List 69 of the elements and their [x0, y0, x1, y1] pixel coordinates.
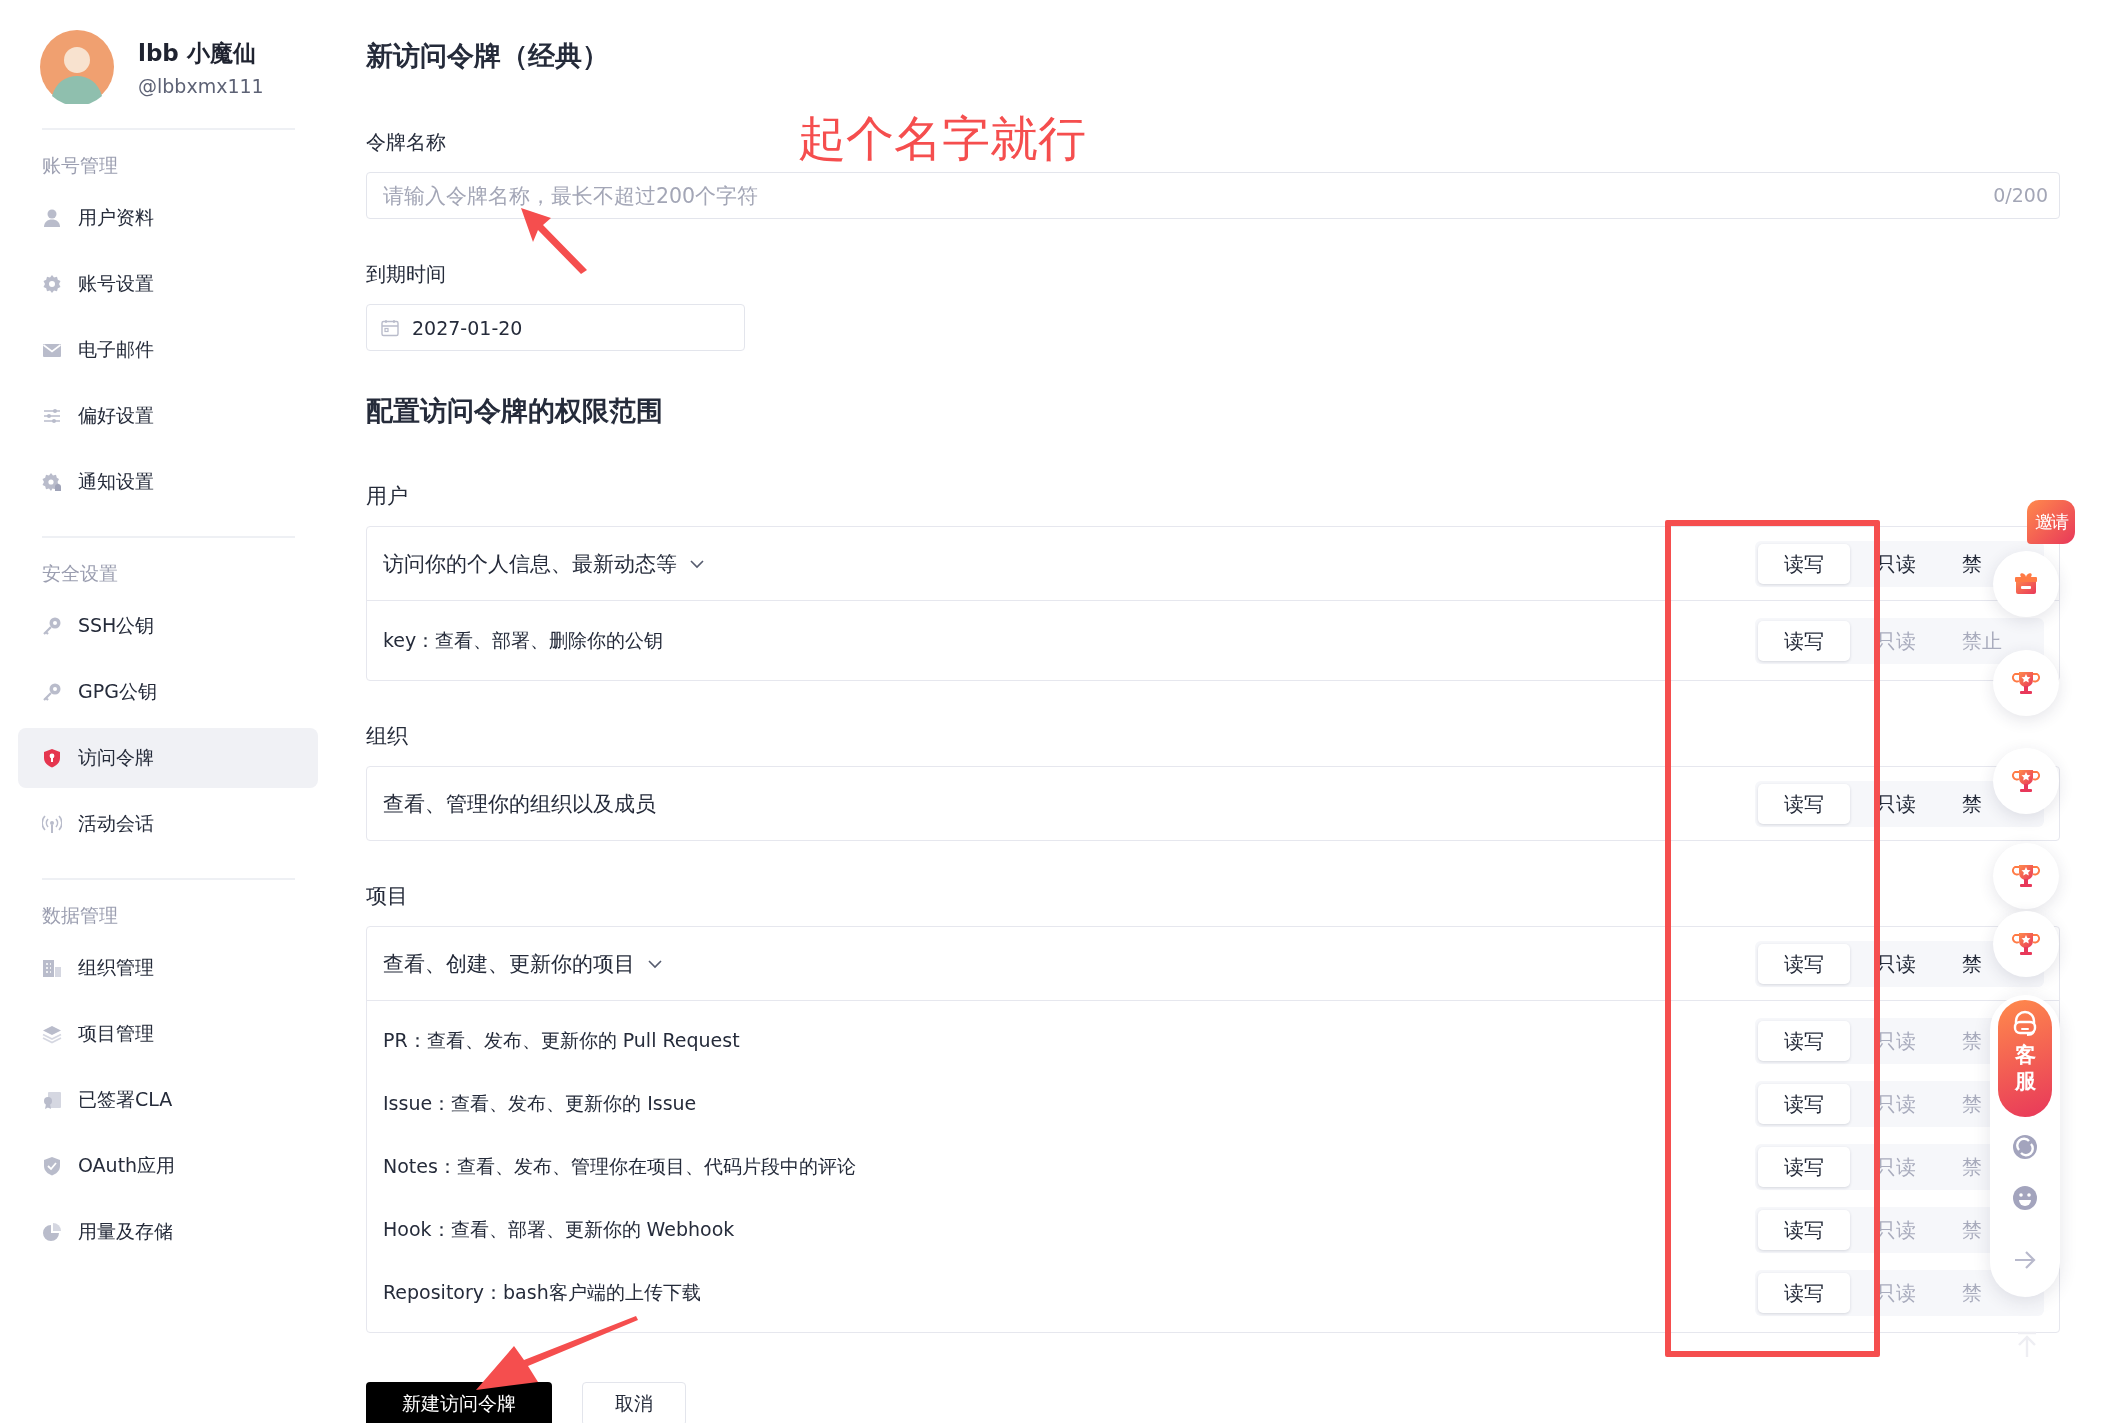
option-tab[interactable]: 读写	[1758, 1083, 1850, 1124]
option-tab[interactable]: 读写	[1758, 1209, 1850, 1250]
sidebar-item[interactable]: 访问令牌	[18, 728, 318, 788]
section-label: 数据管理	[42, 903, 118, 928]
group-title: 项目	[366, 883, 408, 910]
sidebar-item[interactable]: 电子邮件	[18, 320, 318, 380]
permission-label: Hook：查看、部署、更新你的 Webhook	[383, 1216, 735, 1242]
sidebar-item[interactable]: 用量及存储	[18, 1202, 318, 1262]
sidebar-item[interactable]: 用户资料	[18, 188, 318, 248]
date-field[interactable]: 2027-01-20	[366, 304, 745, 351]
character-counter: 0/200	[1993, 184, 2048, 206]
option-tab[interactable]: 禁	[1942, 543, 1984, 584]
shield-icon	[42, 748, 62, 768]
sidebar-item[interactable]: 已签署CLA	[18, 1070, 318, 1130]
shield-check-icon	[42, 1156, 62, 1176]
user-handle: @lbbxmx111	[138, 74, 264, 97]
user-name: lbb 小魔仙	[138, 38, 257, 68]
section-label: 安全设置	[42, 561, 118, 586]
sidebar-item[interactable]: 活动会话	[18, 794, 318, 854]
swirl-icon	[2010, 1132, 2040, 1162]
permission-label: 访问你的个人信息、最新动态等	[383, 550, 677, 578]
group-title: 组织	[366, 723, 408, 750]
group-title: 用户	[366, 483, 408, 510]
permission-label: PR：查看、发布、更新你的 Pull Request	[383, 1027, 740, 1053]
option-tab[interactable]: 读写	[1758, 1272, 1850, 1313]
permission-label: Repository：bash客户端的上传下载	[383, 1279, 701, 1305]
field-label: 令牌名称	[366, 129, 446, 156]
permission-label: Notes：查看、发布、管理你在项目、代码片段中的评论	[383, 1153, 856, 1179]
permission-label: key：查看、部署、删除你的公钥	[383, 627, 664, 653]
broadcast-icon	[42, 814, 62, 834]
section-label: 账号管理	[42, 153, 118, 178]
section-heading: 配置访问令牌的权限范围	[366, 394, 663, 428]
create-button[interactable]: 新建访问令牌	[366, 1382, 552, 1423]
sliders-icon	[42, 406, 62, 426]
field-label: 到期时间	[366, 261, 446, 288]
option-tab[interactable]: 读写	[1758, 620, 1850, 661]
sidebar-item[interactable]: 通知设置	[18, 452, 318, 512]
sidebar-item[interactable]: 组织管理	[18, 938, 318, 998]
permission-label: 查看、管理你的组织以及成员	[383, 790, 656, 818]
building-icon	[42, 958, 62, 978]
option-tab[interactable]: 读写	[1758, 543, 1850, 584]
calendar-icon	[380, 317, 400, 338]
sidebar-item[interactable]: 偏好设置	[18, 386, 318, 446]
option-tab[interactable]: 禁	[1942, 943, 1984, 984]
annotation-arrow	[521, 208, 589, 274]
key-icon	[42, 616, 62, 636]
annotation-note: 起个名字就行	[798, 109, 1086, 168]
page-title: 新访问令牌（经典）	[366, 39, 609, 73]
sidebar-item[interactable]: GPG公钥	[18, 662, 318, 722]
settings-icon	[42, 274, 62, 294]
option-tab[interactable]: 禁	[1942, 783, 1984, 824]
cancel-button[interactable]: 取消	[582, 1382, 686, 1423]
option-tab[interactable]: 读写	[1758, 1020, 1850, 1061]
permission-label: Issue：查看、发布、更新你的 Issue	[383, 1090, 697, 1116]
permission-label: 查看、创建、更新你的项目	[383, 950, 635, 978]
sidebar-item[interactable]: 账号设置	[18, 254, 318, 314]
certificate-icon	[42, 1090, 62, 1110]
smiley-icon	[2010, 1183, 2040, 1213]
layers-icon	[42, 1024, 62, 1044]
option-tab[interactable]: 读写	[1758, 1146, 1850, 1187]
option-tab[interactable]: 读写	[1758, 783, 1850, 824]
sidebar-item[interactable]: 项目管理	[18, 1004, 318, 1064]
option-tab[interactable]: 读写	[1758, 943, 1850, 984]
gear-bell-icon	[42, 472, 62, 492]
pie-chart-icon	[42, 1222, 62, 1242]
sidebar-item[interactable]: SSH公钥	[18, 596, 318, 656]
user-icon	[42, 208, 62, 228]
sidebar-item[interactable]: OAuth应用	[18, 1136, 318, 1196]
key-icon	[42, 682, 62, 702]
